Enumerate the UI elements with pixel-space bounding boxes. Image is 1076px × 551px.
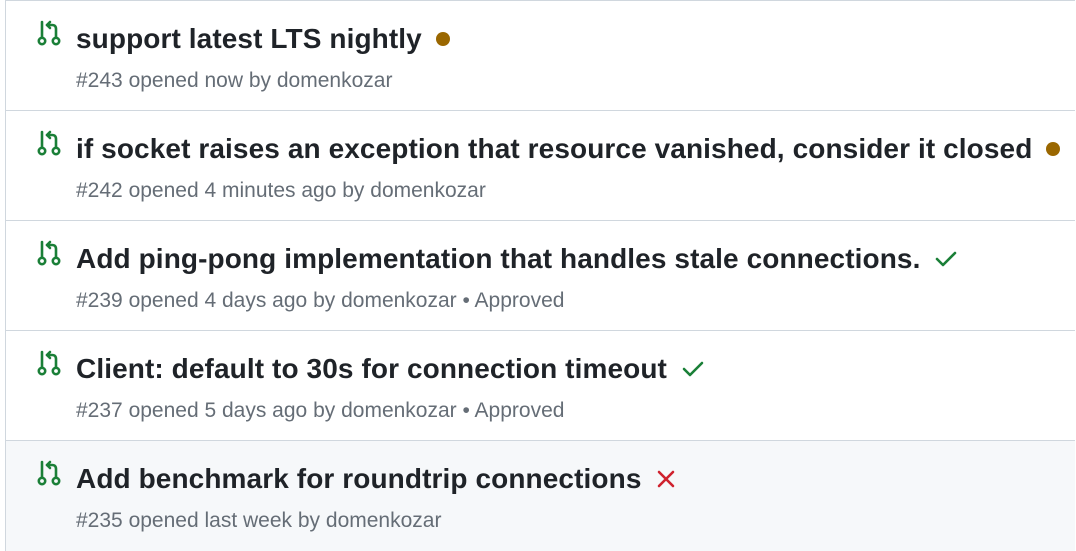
review-separator: • [462,289,470,312]
check-icon[interactable] [681,359,705,379]
author-link[interactable]: domenkozar [277,69,393,92]
pull-request-row[interactable]: Add ping-pong implementation that handle… [6,221,1075,331]
pull-request-title-line: if socket raises an exception that resou… [76,129,1065,169]
review-status-link[interactable]: Approved [475,399,565,422]
pull-request-row[interactable]: support latest LTS nightly #243 opened n… [6,1,1075,111]
pull-request-title-line: Add benchmark for roundtrip connections [76,459,1065,499]
pull-request-opened: opened now [128,69,243,92]
author-link[interactable]: domenkozar [341,289,457,312]
pull-request-number: #243 [76,69,123,92]
pull-request-meta: #237 opened 5 days ago by domenkozar • A… [76,399,564,423]
pull-request-opened: opened 5 days ago [128,399,308,422]
git-pull-request-icon [36,129,62,157]
pull-request-row[interactable]: Client: default to 30s for connection ti… [6,331,1075,441]
git-pull-request-icon [36,239,62,267]
author-link[interactable]: domenkozar [326,509,442,532]
pull-request-opened: opened 4 minutes ago [128,179,337,202]
pull-request-meta: #235 opened last week by domenkozar [76,509,441,533]
pull-request-by: by [297,509,321,532]
author-link[interactable]: domenkozar [370,179,486,202]
pull-request-title-line: Client: default to 30s for connection ti… [76,349,1065,389]
author-link[interactable]: domenkozar [341,399,457,422]
pull-request-number: #242 [76,179,123,202]
pull-request-title-link[interactable]: if socket raises an exception that resou… [76,133,1032,165]
pull-request-meta: #243 opened now by domenkozar [76,69,392,93]
pull-request-number: #235 [76,509,123,532]
pull-request-meta: #239 opened 4 days ago by domenkozar • A… [76,289,564,313]
pull-request-title-line: Add ping-pong implementation that handle… [76,239,1065,279]
x-icon[interactable] [656,469,676,489]
pull-request-by: by [342,179,365,202]
pull-request-number: #239 [76,289,123,312]
git-pull-request-icon [36,459,62,487]
pending-dot-icon[interactable] [1046,142,1061,156]
pull-request-opened: opened last week [128,509,293,532]
pull-request-title-line: support latest LTS nightly [76,19,1065,59]
pull-request-by: by [313,399,336,422]
pull-request-row[interactable]: if socket raises an exception that resou… [6,111,1075,221]
check-icon[interactable] [934,249,958,269]
pull-request-list: support latest LTS nightly #243 opened n… [5,0,1075,551]
pending-dot-icon[interactable] [435,32,450,46]
pull-request-title-link[interactable]: support latest LTS nightly [76,23,422,55]
git-pull-request-icon [36,19,62,47]
review-separator: • [462,399,470,422]
git-pull-request-icon [36,349,62,377]
pull-request-title-link[interactable]: Add benchmark for roundtrip connections [76,463,642,495]
pull-request-title-link[interactable]: Client: default to 30s for connection ti… [76,353,667,385]
pull-request-opened: opened 4 days ago [128,289,308,312]
pull-request-number: #237 [76,399,123,422]
pull-request-by: by [313,289,336,312]
review-status-link[interactable]: Approved [475,289,565,312]
pull-request-meta: #242 opened 4 minutes ago by domenkozar [76,179,486,203]
pull-request-row[interactable]: Add benchmark for roundtrip connections … [6,441,1075,551]
pull-request-by: by [248,69,272,92]
pull-request-title-link[interactable]: Add ping-pong implementation that handle… [76,243,920,275]
